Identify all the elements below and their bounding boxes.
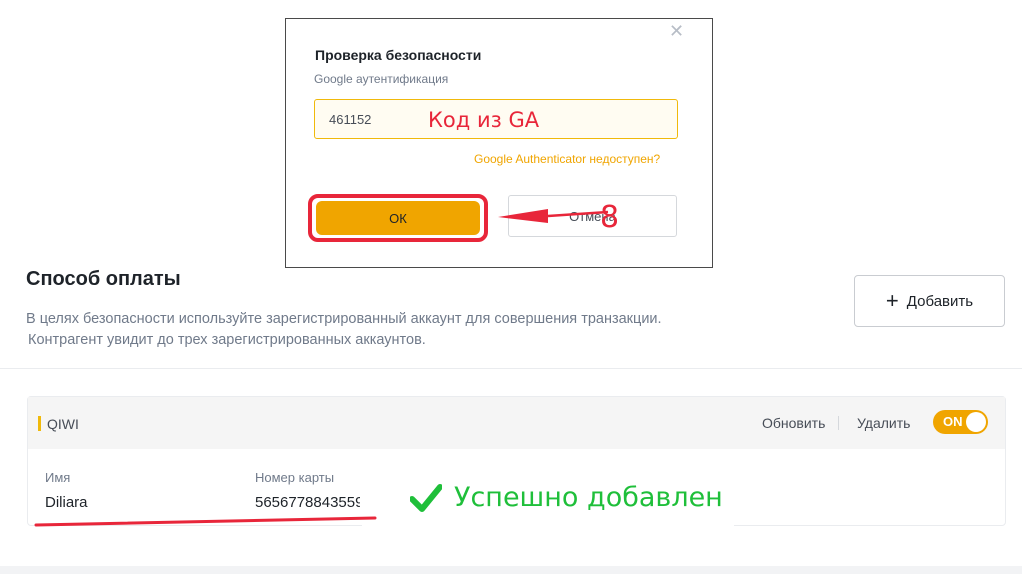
security-verification-modal: ✕ Проверка безопасности Google аутентифи… <box>285 18 713 268</box>
arrow-annotation <box>498 209 609 223</box>
check-icon <box>410 483 442 512</box>
success-annotation: Успешно добавлен <box>410 482 723 513</box>
step-number: 8 <box>600 200 620 235</box>
success-text: Успешно добавлен <box>454 482 723 513</box>
